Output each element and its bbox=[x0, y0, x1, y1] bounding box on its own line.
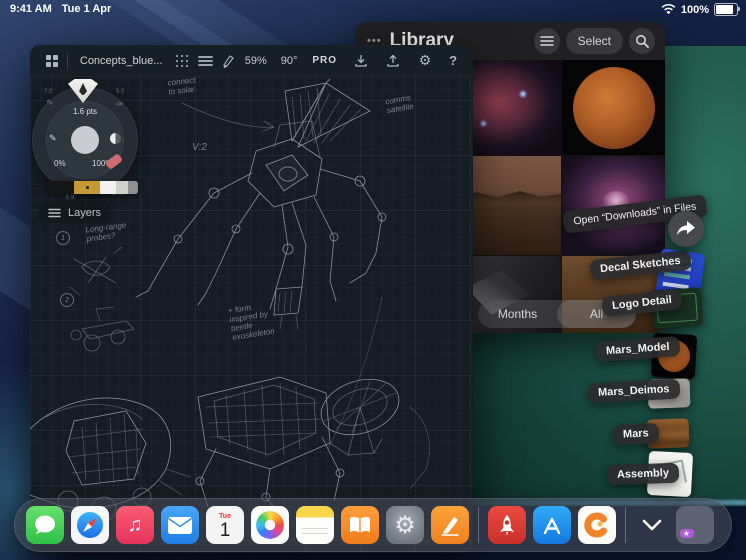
dock-app-music[interactable]: ♫ bbox=[116, 506, 154, 544]
messages-icon bbox=[35, 515, 55, 534]
view-options-button[interactable] bbox=[533, 28, 560, 54]
export-share-icon[interactable] bbox=[382, 50, 404, 72]
ipad-screen: 9:41 AM Tue 1 Apr 100% ••• Library Selec… bbox=[0, 0, 746, 560]
tool-size-label: 7.0 bbox=[44, 89, 53, 95]
search-button[interactable] bbox=[629, 28, 655, 54]
dock-app-pages[interactable] bbox=[431, 506, 469, 544]
color-palette-bar[interactable] bbox=[48, 181, 138, 194]
concepts-c-icon bbox=[584, 512, 607, 538]
dock-collapse-button[interactable] bbox=[635, 519, 669, 531]
help-button[interactable]: ? bbox=[449, 53, 457, 68]
rotation-value[interactable]: 90° bbox=[281, 55, 298, 67]
drag-item-label[interactable]: Mars bbox=[612, 422, 660, 446]
annotation-solar: connect to solar bbox=[167, 75, 196, 97]
dock-app-photos[interactable] bbox=[251, 506, 289, 544]
rocket-icon bbox=[500, 515, 514, 536]
settings-gear-icon[interactable]: ⚙ bbox=[414, 50, 436, 72]
pen-tool-icon[interactable] bbox=[220, 50, 237, 72]
annotation-marker-1: 1 bbox=[56, 231, 70, 245]
search-icon bbox=[636, 35, 649, 48]
dock-app-books[interactable] bbox=[341, 506, 379, 544]
music-note-icon: ♫ bbox=[127, 513, 143, 536]
active-tool-icon bbox=[79, 83, 87, 95]
dock-app-notes[interactable] bbox=[296, 506, 334, 544]
import-icon[interactable] bbox=[350, 50, 372, 72]
list-icon bbox=[539, 36, 554, 46]
layers-icon bbox=[48, 208, 61, 218]
date: Tue 1 Apr bbox=[61, 3, 112, 15]
concepts-toolbar: Concepts_blue... 59% 90° PRO ⚙ ? bbox=[30, 45, 473, 77]
dock-app-messages[interactable] bbox=[26, 506, 64, 544]
books-icon bbox=[350, 516, 370, 533]
gallery-grid-icon[interactable] bbox=[43, 50, 60, 72]
pro-badge[interactable]: PRO bbox=[312, 55, 337, 66]
dock: ♫ Tue 1 ⚙ ★ bbox=[14, 498, 732, 552]
app-library-mini-icon: ★ bbox=[679, 529, 694, 538]
toolbar-divider bbox=[67, 52, 68, 69]
tool-size-label: 6.9 bbox=[66, 195, 75, 201]
dock-app-rocket[interactable] bbox=[488, 506, 526, 544]
photo-mars-desert[interactable] bbox=[458, 156, 561, 255]
mail-icon bbox=[168, 516, 192, 534]
share-forward-button[interactable] bbox=[668, 211, 704, 247]
layers-label: Layers bbox=[68, 207, 102, 219]
annotation-beetle: + form inspired by beetle exoskeleton bbox=[227, 302, 276, 343]
photos-flower-icon bbox=[256, 511, 284, 539]
tool-size-label: 5.5 bbox=[116, 89, 125, 95]
photo-nebula-horsehead[interactable] bbox=[458, 60, 561, 155]
layers-button[interactable]: Layers bbox=[38, 203, 112, 223]
brush-icon: ✎ bbox=[49, 133, 57, 143]
status-bar: 9:41 AM Tue 1 Apr 100% bbox=[0, 0, 746, 20]
dock-app-safari[interactable] bbox=[71, 506, 109, 544]
calendar-day: 1 bbox=[219, 519, 231, 541]
opacity-icon bbox=[110, 133, 121, 144]
dock-app-calendar[interactable]: Tue 1 bbox=[206, 506, 244, 544]
dock-divider bbox=[478, 507, 479, 543]
palette-selection-dot bbox=[86, 186, 89, 189]
segment-months[interactable]: Months bbox=[478, 300, 557, 328]
clock: 9:41 AM bbox=[10, 3, 52, 15]
annotation-marker-2: 2 bbox=[60, 293, 74, 307]
battery-percent: 100% bbox=[680, 3, 709, 16]
wifi-icon bbox=[661, 4, 676, 15]
chevron-down-icon bbox=[642, 519, 662, 531]
swatch-gray[interactable] bbox=[128, 181, 138, 194]
drag-item-label[interactable]: Assembly bbox=[606, 462, 680, 486]
safari-icon bbox=[77, 512, 103, 538]
annotation-version: V:2 bbox=[192, 142, 207, 153]
document-title[interactable]: Concepts_blue... bbox=[80, 55, 163, 67]
select-button[interactable]: Select bbox=[565, 28, 623, 54]
appstore-icon bbox=[543, 517, 561, 535]
tool-size-label: 14.9 bbox=[112, 191, 124, 197]
dock-divider bbox=[625, 507, 626, 543]
dock-app-appstore[interactable] bbox=[533, 506, 571, 544]
battery-icon bbox=[714, 3, 740, 16]
dock-app-settings[interactable]: ⚙ bbox=[386, 506, 424, 544]
swatch-black[interactable] bbox=[48, 181, 74, 194]
smoothing-value: 0% bbox=[54, 159, 66, 168]
dock-app-library[interactable]: ★ bbox=[676, 506, 714, 544]
zoom-level[interactable]: 59% bbox=[245, 55, 267, 67]
gear-icon: ⚙ bbox=[394, 511, 416, 539]
concepts-window: Concepts_blue... 59% 90° PRO ⚙ ? connect… bbox=[30, 45, 473, 553]
dock-app-concepts[interactable] bbox=[578, 506, 616, 544]
dock-app-mail[interactable] bbox=[161, 506, 199, 544]
pages-pen-icon bbox=[441, 517, 459, 536]
pencil-tool-icon[interactable]: ∿ bbox=[46, 97, 54, 108]
tool-wheel-center[interactable] bbox=[71, 126, 99, 154]
photo-mars-planet[interactable] bbox=[562, 60, 665, 155]
pen-tool-icon[interactable]: ✑ bbox=[116, 99, 124, 110]
layers-panel-icon[interactable] bbox=[197, 50, 214, 72]
forward-arrow-icon bbox=[677, 221, 695, 235]
precision-grid-icon[interactable] bbox=[173, 50, 190, 72]
